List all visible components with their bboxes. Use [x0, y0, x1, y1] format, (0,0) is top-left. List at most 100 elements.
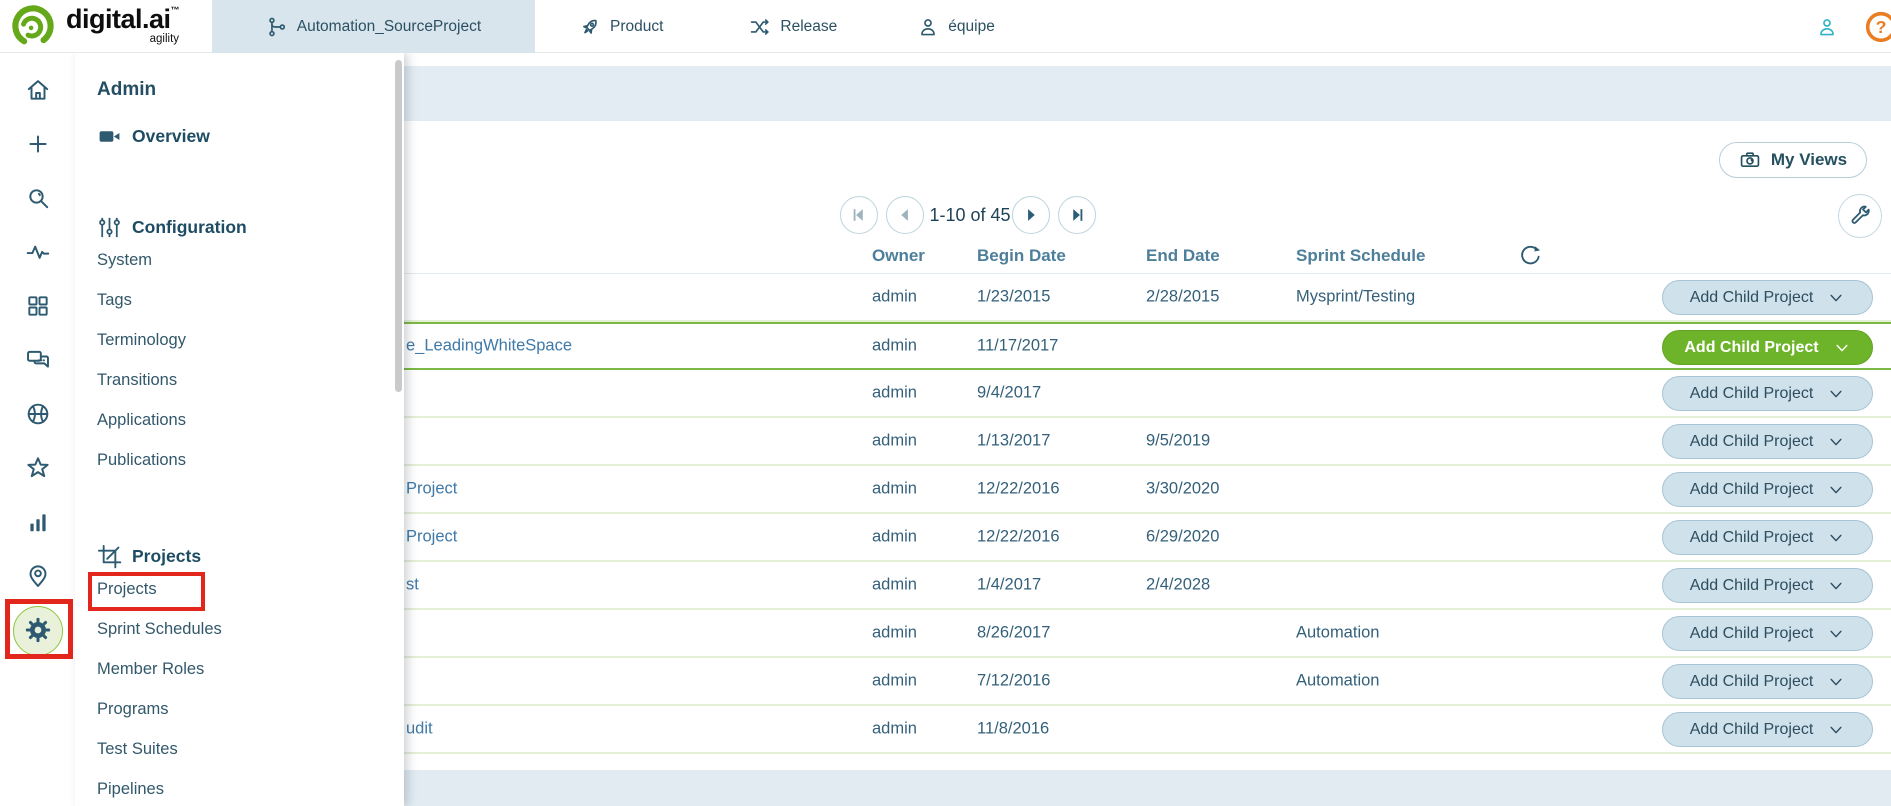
my-views-button[interactable]: My Views — [1719, 142, 1867, 178]
topnav-release[interactable]: Release — [737, 0, 849, 53]
last-page-icon — [1067, 205, 1087, 225]
menu-section-configuration[interactable]: Configuration — [97, 214, 404, 240]
pagination-first-button[interactable] — [840, 196, 878, 234]
menu-item-programs[interactable]: Programs — [97, 689, 404, 729]
menu-item-publications[interactable]: Publications — [97, 440, 404, 480]
menu-item-test-suites[interactable]: Test Suites — [97, 729, 404, 769]
sidebar-grid-button[interactable] — [0, 293, 75, 319]
project-name-link[interactable]: Project — [406, 528, 457, 547]
owner-cell: admin — [872, 720, 917, 739]
prev-page-icon — [895, 205, 915, 225]
topbar: digital.ai™ agility Automation_SourcePro… — [0, 0, 1891, 53]
sidebar-home-button[interactable] — [0, 77, 75, 103]
topnav-équipe[interactable]: équipe — [905, 0, 1007, 53]
panel-scrollbar[interactable] — [395, 60, 402, 392]
end-date-cell: 2/4/2028 — [1146, 576, 1210, 595]
pagination-next-button[interactable] — [1012, 196, 1050, 234]
begin-date-cell: 1/4/2017 — [977, 576, 1041, 595]
table-row: Project admin 12/22/2016 3/30/2020 Add C… — [404, 466, 1891, 514]
sidebar-bar-chart-button[interactable] — [0, 509, 75, 535]
column-header-owner[interactable]: Owner — [872, 246, 925, 266]
camera-icon — [1739, 149, 1761, 171]
sidebar-chat-button[interactable] — [0, 347, 75, 373]
add-child-project-button[interactable]: Add Child Project — [1662, 568, 1873, 603]
topbar-right: ? — [1816, 0, 1891, 53]
sidebar-settings-button[interactable] — [0, 617, 75, 643]
project-name-link[interactable]: udit — [406, 720, 433, 739]
menu-item-member-roles[interactable]: Member Roles — [97, 649, 404, 689]
menu-item-pipelines[interactable]: Pipelines — [97, 769, 404, 806]
sidebar-star-button[interactable] — [0, 455, 75, 481]
digitalai-logo-icon — [10, 3, 56, 49]
column-header-sprint-schedule[interactable]: Sprint Schedule — [1296, 246, 1425, 266]
brand-wordmark: digital.ai™ agility — [66, 6, 179, 46]
table-row: st admin 1/4/2017 2/4/2028 Add Child Pro… — [404, 562, 1891, 610]
end-date-cell: 9/5/2019 — [1146, 432, 1210, 451]
add-child-project-button[interactable]: Add Child Project — [1662, 472, 1873, 507]
owner-cell: admin — [872, 576, 917, 595]
rocket-icon — [579, 16, 601, 38]
table-row: admin 9/4/2017 Add Child Project — [404, 370, 1891, 418]
customize-button[interactable] — [1838, 194, 1882, 238]
add-child-project-button[interactable]: Add Child Project — [1662, 664, 1873, 699]
plus-icon — [25, 131, 51, 157]
project-name-link[interactable]: st — [406, 576, 419, 595]
sidebar-globe-button[interactable] — [0, 401, 75, 427]
add-child-project-button[interactable]: Add Child Project — [1662, 616, 1873, 651]
begin-date-cell: 1/23/2015 — [977, 288, 1050, 307]
project-name-link[interactable]: e_LeadingWhiteSpace — [406, 337, 572, 356]
menu-item-terminology[interactable]: Terminology — [97, 320, 404, 360]
sidebar-plus-button[interactable] — [0, 131, 75, 157]
menu-item-projects[interactable]: Projects — [97, 569, 404, 609]
help-icon[interactable]: ? — [1864, 10, 1891, 44]
shuffle-icon — [749, 16, 771, 38]
menu-section-overview[interactable]: Overview — [97, 123, 404, 149]
sliders-icon — [97, 215, 122, 240]
table-row: admin 8/26/2017 Automation Add Child Pro… — [404, 610, 1891, 658]
settings-icon — [25, 617, 51, 643]
svg-text:?: ? — [1876, 17, 1887, 37]
project-name-link[interactable]: Project — [406, 480, 457, 499]
admin-menu-title: Admin — [97, 79, 404, 105]
add-child-project-button[interactable]: Add Child Project — [1662, 330, 1873, 365]
admin-menu-panel: Admin Overview Configuration SystemTagsT… — [75, 53, 404, 806]
chevron-down-icon — [1827, 625, 1845, 643]
menu-item-transitions[interactable]: Transitions — [97, 360, 404, 400]
column-header-end-date[interactable]: End Date — [1146, 246, 1220, 266]
sidebar-search-button[interactable] — [0, 185, 75, 211]
chevron-down-icon — [1827, 433, 1845, 451]
user-avatar-icon[interactable] — [1816, 16, 1838, 38]
owner-cell: admin — [872, 288, 917, 307]
sidebar-activity-button[interactable] — [0, 239, 75, 265]
table-row: e_LeadingWhiteSpace admin 11/17/2017 Add… — [404, 322, 1891, 370]
pagination-range-label: 1-10 of 45 — [928, 205, 1012, 226]
column-header-begin-date[interactable]: Begin Date — [977, 246, 1066, 266]
add-child-project-button[interactable]: Add Child Project — [1662, 424, 1873, 459]
sidebar-location-button[interactable] — [0, 563, 75, 589]
chevron-down-icon — [1827, 673, 1845, 691]
add-child-project-button[interactable]: Add Child Project — [1662, 520, 1873, 555]
topnav-product[interactable]: Product — [567, 0, 675, 53]
menu-item-system[interactable]: System — [97, 240, 404, 280]
brand-logo-area[interactable]: digital.ai™ agility — [10, 3, 179, 49]
menu-section-projects[interactable]: Projects — [97, 543, 404, 569]
pagination-last-button[interactable] — [1058, 196, 1096, 234]
chat-icon — [25, 347, 51, 373]
add-child-project-button[interactable]: Add Child Project — [1662, 280, 1873, 315]
location-icon — [25, 563, 51, 589]
pagination-prev-button[interactable] — [886, 196, 924, 234]
owner-cell: admin — [872, 672, 917, 691]
refresh-icon[interactable] — [1518, 243, 1543, 268]
menu-item-tags[interactable]: Tags — [97, 280, 404, 320]
chevron-down-icon — [1827, 385, 1845, 403]
owner-cell: admin — [872, 337, 917, 356]
menu-item-sprint-schedules[interactable]: Sprint Schedules — [97, 609, 404, 649]
topnav-automation_sourceproject[interactable]: Automation_SourceProject — [212, 0, 535, 53]
plan-icon — [97, 544, 122, 569]
title-band — [404, 66, 1891, 121]
menu-item-applications[interactable]: Applications — [97, 400, 404, 440]
sprint-schedule-cell: Automation — [1296, 624, 1379, 643]
end-date-cell: 2/28/2015 — [1146, 288, 1219, 307]
add-child-project-button[interactable]: Add Child Project — [1662, 376, 1873, 411]
add-child-project-button[interactable]: Add Child Project — [1662, 712, 1873, 747]
